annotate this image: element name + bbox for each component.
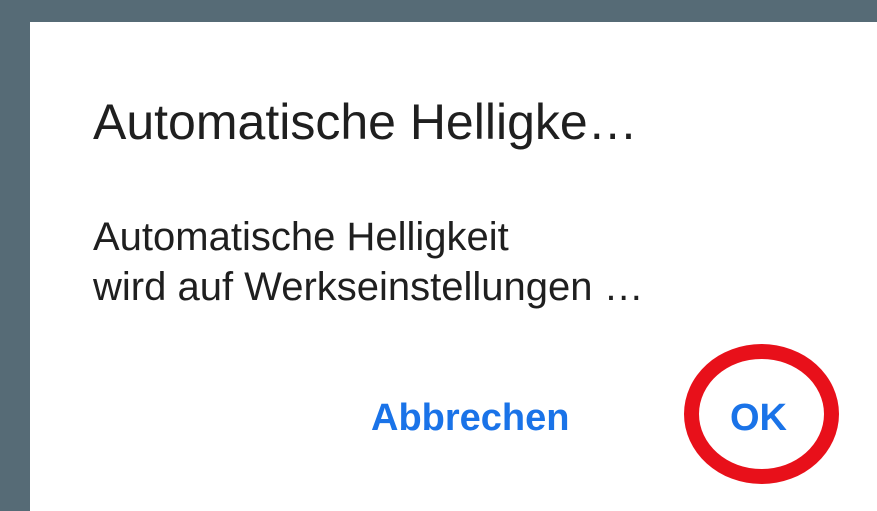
dialog-message: Automatische Helligkeit wird auf Werksei… xyxy=(93,212,644,312)
dialog-title: Automatische Helligke… xyxy=(93,94,638,150)
cancel-button[interactable]: Abbrechen xyxy=(371,394,569,442)
screen: Automatische Helligke… Automatische Hell… xyxy=(0,0,877,511)
dialog-message-line-2: wird auf Werkseinstellungen … xyxy=(93,265,644,309)
ok-button[interactable]: OK xyxy=(721,394,796,442)
dialog-message-line-1: Automatische Helligkeit xyxy=(93,215,509,259)
reset-dialog: Automatische Helligke… Automatische Hell… xyxy=(30,22,877,511)
